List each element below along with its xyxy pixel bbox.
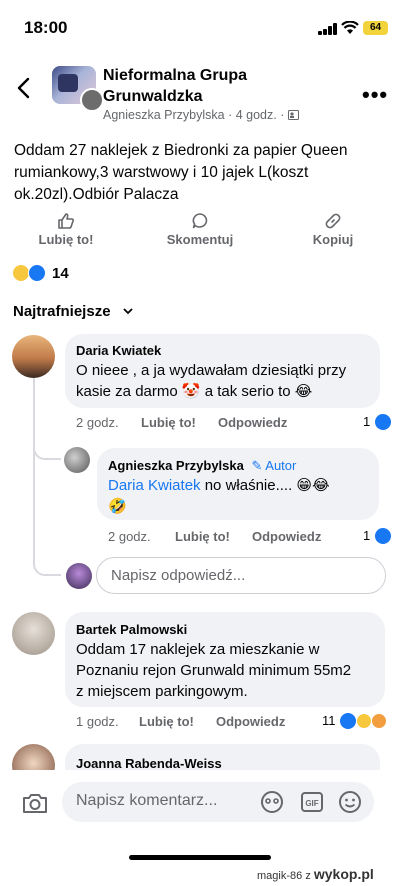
comment-text: Poznaniu rejon Grunwald minimum 55m2: [76, 662, 352, 679]
haha-reaction-icon: [356, 713, 372, 729]
comment-author[interactable]: Bartek Palmowski: [76, 622, 187, 637]
comment-time: 2 godz.: [76, 415, 119, 430]
comment-reply-button[interactable]: Odpowiedz: [216, 714, 285, 729]
comment-input[interactable]: Napisz komentarz...: [62, 782, 374, 822]
reply-like-count: 1: [363, 528, 371, 543]
thread-branch: [33, 540, 61, 576]
members-icon: [287, 110, 299, 120]
reply-input[interactable]: Napisz odpowiedź...: [96, 557, 386, 594]
post-text: Oddam 27 naklejek z Biedronki za papier …: [14, 142, 348, 203]
comment-text: kasie za darmo 🤡 a tak serio to 😂: [76, 383, 313, 400]
status-time: 18:00: [24, 18, 68, 37]
link-icon: [325, 213, 341, 229]
separator-dot: ·: [280, 108, 288, 122]
like-reaction-icon: [340, 713, 356, 729]
more-options-icon[interactable]: •••: [362, 82, 388, 108]
comment-author[interactable]: Daria Kwiatek: [76, 343, 161, 358]
comment-label: Skomentuj: [166, 232, 234, 247]
back-arrow-icon[interactable]: [14, 76, 34, 100]
like-reaction-icon: [28, 264, 46, 282]
author-avatar[interactable]: [80, 88, 104, 112]
thread-line: [33, 378, 35, 566]
battery-indicator: 64: [363, 21, 388, 35]
thread-branch: [33, 436, 61, 460]
comment-like-button[interactable]: Lubię to!: [141, 415, 196, 430]
comment-like-count: 1: [363, 414, 371, 429]
reply-reply-button[interactable]: Odpowiedz: [252, 529, 321, 544]
wifi-icon: [341, 21, 359, 34]
author-name[interactable]: Agnieszka Przybylska: [103, 108, 225, 122]
like-reaction-icon: [375, 414, 391, 430]
wykop-watermark: magik-86 z wykop.pl: [257, 866, 374, 882]
reply-author[interactable]: Agnieszka Przybylska ✎ Autor: [108, 458, 296, 474]
reply-like-button[interactable]: Lubię to!: [175, 529, 230, 544]
gif-icon[interactable]: GIF: [300, 790, 324, 814]
comment-like-count: 11: [322, 713, 336, 728]
like-label: Lubię to!: [38, 232, 94, 247]
comment-avatar[interactable]: [12, 335, 55, 378]
post-actions: Lubię to! Skomentuj Kopiuj: [0, 212, 400, 252]
like-button[interactable]: Lubię to!: [34, 212, 98, 247]
post-time: 4 godz.: [235, 108, 277, 122]
reply-text: Daria Kwiatek no właśnie.... 😁😂: [108, 477, 330, 494]
comment-button[interactable]: Skomentuj: [160, 212, 240, 247]
like-reaction-icon: [375, 528, 391, 544]
mention-link[interactable]: Daria Kwiatek: [108, 477, 201, 494]
avatar-sticker-icon[interactable]: [260, 790, 284, 814]
silly-reaction-icon: [371, 713, 387, 729]
comment-icon: [192, 213, 208, 229]
comment-like-button[interactable]: Lubię to!: [139, 714, 194, 729]
author-badge: ✎ Autor: [251, 458, 297, 473]
user-avatar: [66, 563, 92, 589]
comment-composer: Napisz komentarz... GIF: [0, 770, 400, 840]
reply-avatar[interactable]: [64, 447, 90, 473]
comment-text: O nieee , a ja wydawałam dziesiątki przy: [76, 362, 347, 379]
svg-text:GIF: GIF: [305, 799, 318, 808]
thumbs-up-icon: [58, 213, 74, 229]
status-bar: 18:00 64: [0, 0, 400, 58]
copy-label: Kopiuj: [312, 232, 354, 247]
post-meta: Agnieszka Przybylska · 4 godz. ·: [103, 108, 299, 122]
reaction-count: 14: [52, 265, 69, 282]
chevron-down-icon[interactable]: [123, 307, 133, 315]
meta-separator: ·: [228, 108, 236, 122]
signal-icon: [318, 23, 337, 35]
comment-text: z miejscem parkingowym.: [76, 683, 248, 700]
copy-button[interactable]: Kopiuj: [306, 212, 360, 247]
camera-icon[interactable]: [22, 792, 48, 814]
comment-avatar[interactable]: [12, 612, 55, 655]
sort-dropdown[interactable]: Najtrafniejsze: [13, 303, 111, 320]
comment-author[interactable]: Joanna Rabenda-Weiss: [76, 756, 222, 771]
emoji-icon[interactable]: [338, 790, 362, 814]
reply-text: 🤣: [108, 498, 127, 515]
home-indicator: [129, 855, 271, 860]
group-name[interactable]: Nieformalna Grupa Grunwaldzka: [103, 65, 303, 107]
comment-text: Oddam 17 naklejek za mieszkanie w: [76, 641, 320, 658]
post-header: Nieformalna Grupa Grunwaldzka Agnieszka …: [0, 60, 400, 130]
reply-time: 2 godz.: [108, 529, 151, 544]
comment-time: 1 godz.: [76, 714, 119, 729]
comment-reply-button[interactable]: Odpowiedz: [218, 415, 287, 430]
